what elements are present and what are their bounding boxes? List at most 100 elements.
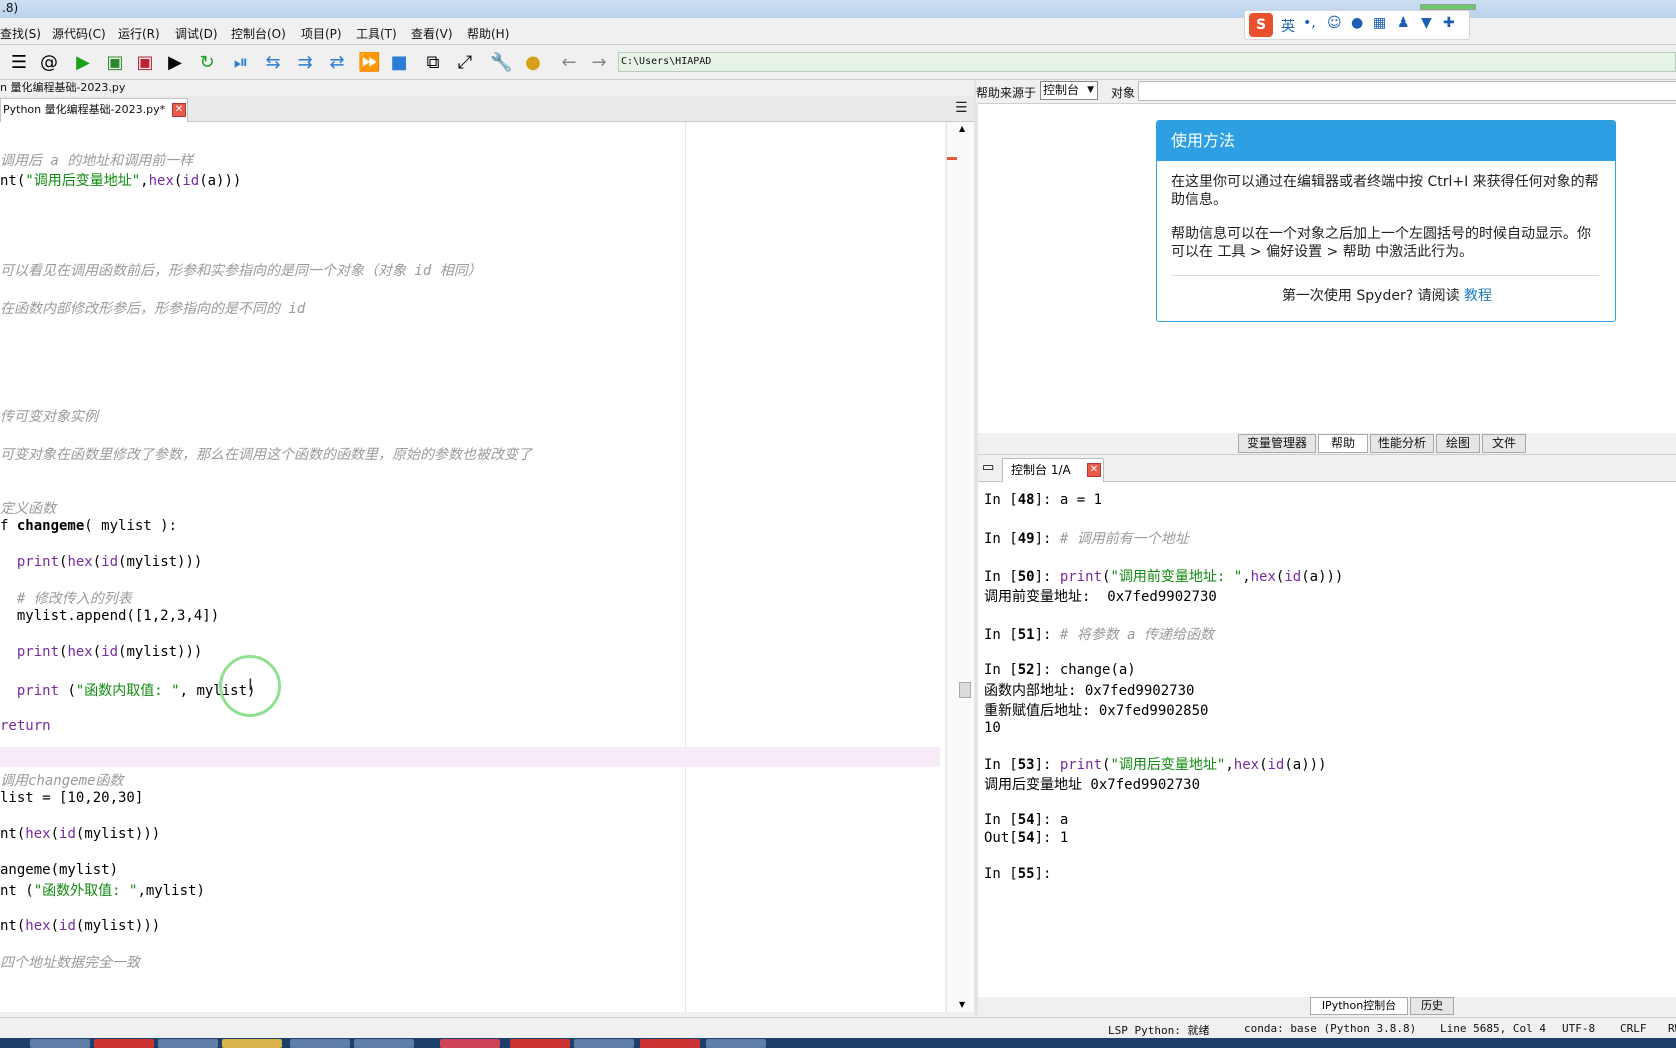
ime-punct-button[interactable]: •,	[1303, 15, 1316, 31]
tools-icon[interactable]: ✚	[1443, 15, 1455, 31]
scroll-thumb[interactable]	[959, 682, 971, 698]
console-tab[interactable]: 控制台 1/A ✕	[1002, 458, 1104, 482]
taskbar-item[interactable]	[574, 1039, 634, 1048]
maximize-pane-icon[interactable]: ⧉	[422, 52, 444, 74]
code-token: id	[1267, 757, 1285, 773]
code-line: print ("函数内取值: ", mylist)	[0, 680, 256, 700]
help-source-label: 帮助来源于	[976, 86, 1037, 100]
taskbar-item[interactable]	[94, 1039, 154, 1048]
skin-icon[interactable]: ▼	[1421, 15, 1432, 31]
tab-history[interactable]: 历史	[1410, 997, 1454, 1015]
outline-icon[interactable]: ☰	[8, 52, 30, 74]
code-token: id	[59, 918, 76, 934]
fullscreen-icon[interactable]: ⤢	[454, 52, 476, 74]
ime-logo-icon[interactable]: S	[1249, 13, 1273, 37]
code-token: print	[16, 554, 60, 570]
menu-item[interactable]: 控制台(O)	[231, 25, 286, 42]
ime-toolbar[interactable]: S 英 •, ☺ ● ▦ ♟ ▼ ✚	[1244, 10, 1470, 40]
taskbar-item[interactable]	[30, 1039, 90, 1048]
menu-item[interactable]: 源代码(C)	[52, 25, 106, 42]
usage-card: 使用方法 在这里你可以通过在编辑器或者终端中按 Ctrl+I 来获得任何对象的帮…	[1156, 120, 1616, 322]
usage-paragraph-2: 帮助信息可以在一个对象之后加上一个左圆括号的时候自动显示。你可以在 工具 > 偏…	[1171, 226, 1591, 260]
taskbar-item[interactable]	[290, 1039, 350, 1048]
code-token: (a)))	[1301, 569, 1344, 585]
close-icon[interactable]: ✕	[172, 103, 186, 117]
user-icon[interactable]: ♟	[1397, 15, 1410, 31]
run-cell-advance-icon[interactable]: ▣	[134, 52, 156, 74]
ime-lang-button[interactable]: 英	[1281, 16, 1295, 36]
code-line: 四个地址数据完全一致	[0, 955, 140, 971]
back-icon[interactable]: ←	[558, 52, 580, 74]
step-return-icon[interactable]: ⇄	[326, 52, 348, 74]
code-token: 1	[1093, 492, 1103, 508]
tab-files[interactable]: 文件	[1482, 434, 1526, 453]
rerun-icon[interactable]: ↻	[196, 52, 218, 74]
prompt-suffix: ]:	[1034, 812, 1060, 828]
taskbar-item[interactable]	[706, 1039, 766, 1048]
menu-item[interactable]: 帮助(H)	[467, 25, 509, 42]
tab-plots[interactable]: 绘图	[1436, 434, 1480, 453]
object-label: 对象	[1111, 86, 1136, 100]
taskbar-item[interactable]	[354, 1039, 414, 1048]
code-token: (	[1259, 757, 1268, 773]
options-menu-icon[interactable]: ☰	[955, 100, 968, 116]
tab-help[interactable]: 帮助	[1318, 434, 1368, 453]
close-icon[interactable]: ✕	[1087, 463, 1101, 477]
menu-item[interactable]: 项目(P)	[301, 25, 342, 42]
code-token: "函数内取值: "	[75, 683, 180, 699]
folder-icon[interactable]: ▭	[982, 460, 994, 475]
object-input[interactable]	[1138, 81, 1676, 101]
tab-profiler[interactable]: 性能分析	[1370, 434, 1434, 453]
code-token: print	[16, 683, 60, 699]
stop-icon[interactable]: ■	[388, 52, 410, 74]
prompt-number: 52	[1017, 662, 1035, 678]
prompt-number: 51	[1017, 627, 1035, 643]
menu-item[interactable]: 查找(S)	[0, 25, 41, 42]
window-title: .8)	[2, 1, 19, 15]
run-icon[interactable]: ▶	[72, 52, 94, 74]
menu-item[interactable]: 工具(T)	[356, 25, 397, 42]
taskbar-item[interactable]	[510, 1039, 570, 1048]
emoji-icon[interactable]: ☺	[1327, 15, 1342, 31]
help-source-select[interactable]: 控制台 ▼	[1040, 81, 1098, 100]
taskbar-item[interactable]	[440, 1039, 500, 1048]
taskbar-item[interactable]	[640, 1039, 700, 1048]
forward-icon[interactable]: →	[588, 52, 610, 74]
code-editor[interactable]: 调用后 a 的地址和调用前一样 nt("调用后变量地址",hex(id(a))) 可…	[0, 122, 945, 1012]
tab-ipython-console[interactable]: IPython控制台	[1310, 997, 1408, 1015]
prompt-number: 49	[1017, 531, 1035, 547]
python-path-icon[interactable]: ●	[522, 52, 544, 74]
scroll-up-icon[interactable]: ▲	[959, 124, 965, 133]
editor-scrollbar[interactable]: ▲ ▼	[946, 122, 974, 1012]
editor-tab[interactable]: Python 量化编程基础-2023.py* ✕	[0, 98, 188, 122]
prompt-suffix: ]:	[1034, 757, 1060, 773]
working-directory-field[interactable]: C:\Users\HIAPAD	[618, 52, 1676, 72]
mic-icon[interactable]: ●	[1351, 15, 1363, 31]
debug-icon[interactable]: ⏯	[230, 52, 252, 74]
step-into-icon[interactable]: ⇉	[294, 52, 316, 74]
taskbar-item[interactable]	[158, 1039, 218, 1048]
prompt-suffix: ]:	[1034, 662, 1060, 678]
keyboard-icon[interactable]: ▦	[1373, 15, 1386, 31]
run-selection-icon[interactable]: ▶	[164, 52, 186, 74]
status-bar: LSP Python: 就绪 conda: base (Python 3.8.8…	[0, 1017, 1676, 1037]
code-line: print(hex(id(mylist)))	[0, 644, 202, 660]
menu-item[interactable]: 运行(R)	[118, 25, 160, 42]
preferences-icon[interactable]: 🔧	[490, 52, 512, 74]
menu-item[interactable]: 调试(D)	[175, 25, 218, 42]
rw-status: RW	[1668, 1022, 1676, 1035]
console-line: In [48]: a = 1	[984, 492, 1102, 508]
run-cell-icon[interactable]: ▣	[104, 52, 126, 74]
ipython-console[interactable]: In [48]: a = 1 In [49]: # 调用前有一个地址 In [50]…	[978, 482, 1676, 997]
step-icon[interactable]: ⇆	[262, 52, 284, 74]
code-token: "调用后变量地址"	[1110, 757, 1226, 773]
at-icon[interactable]: @	[38, 52, 60, 74]
continue-icon[interactable]: ⏩	[358, 52, 380, 74]
tutorial-link[interactable]: 教程	[1464, 288, 1492, 304]
menu-item[interactable]: 查看(V)	[411, 25, 453, 42]
editor-tab-bar: Python 量化编程基础-2023.py* ✕ ☰	[0, 96, 975, 122]
scroll-down-icon[interactable]: ▼	[959, 1000, 965, 1009]
tab-variable-explorer[interactable]: 变量管理器	[1238, 434, 1316, 453]
console-line: In [52]: change(a)	[984, 662, 1136, 678]
taskbar-item[interactable]	[222, 1039, 282, 1048]
